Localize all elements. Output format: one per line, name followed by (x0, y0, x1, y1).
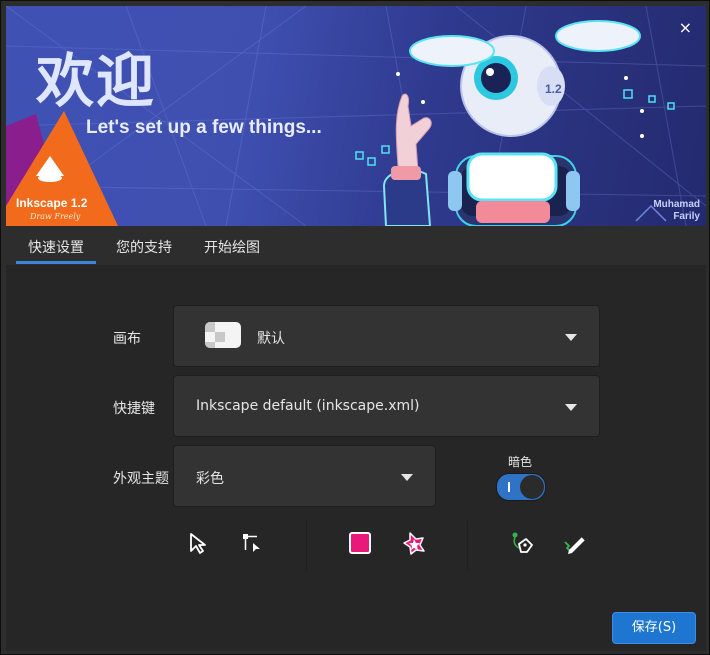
toggle-knob (520, 475, 544, 499)
theme-value: 彩色 (196, 471, 224, 487)
chevron-down-icon (401, 474, 413, 481)
version-badge: 1.2 (545, 82, 562, 96)
canvas-value: 默认 (257, 331, 285, 347)
pointer-icon[interactable] (185, 530, 211, 556)
canvas-dropdown[interactable]: 默认 (173, 305, 600, 367)
tab-support[interactable]: 您的支持 (116, 237, 172, 257)
theme-dropdown[interactable]: 彩色 (173, 445, 436, 507)
save-button[interactable]: 保存(S) (612, 612, 696, 644)
active-tab-indicator (16, 261, 96, 264)
tab-quick-setup[interactable]: 快速设置 (28, 237, 84, 257)
toggle-on-mark (508, 482, 510, 492)
square-icon[interactable] (347, 530, 373, 556)
close-icon[interactable]: × (679, 18, 692, 37)
welcome-title: 欢迎 (36, 47, 157, 115)
artist-first-name: Muhamad (653, 199, 700, 210)
pen-icon[interactable] (509, 530, 535, 556)
welcome-subtitle: Let's set up a few things... (86, 117, 322, 138)
toolbar-separator (306, 521, 307, 571)
keys-value: Inkscape default (inkscape.xml) (196, 398, 420, 414)
keys-label: 快捷键 (113, 401, 155, 417)
dark-mode-toggle[interactable] (496, 473, 546, 501)
canvas-label: 画布 (113, 331, 141, 347)
quick-setup-panel: 画布 默认 快捷键 Inkscape default (inkscape.xml… (6, 266, 706, 651)
logo-tagline: Draw Freely (30, 212, 81, 221)
tab-start-drawing[interactable]: 开始绘图 (204, 237, 260, 257)
tab-bar: 快速设置 您的支持 开始绘图 (6, 227, 706, 266)
artist-credit: Muhamad Farily (653, 199, 700, 223)
theme-label: 外观主题 (113, 471, 169, 487)
canvas-preview-swatch (205, 322, 241, 348)
pencil-icon[interactable] (562, 530, 588, 556)
welcome-dialog: 1.2 欢迎 Let's set up a few things... Inks… (0, 0, 710, 655)
toolbar-separator (467, 521, 468, 571)
chevron-down-icon (565, 404, 577, 411)
node-tool-icon[interactable] (239, 530, 265, 556)
star-icon[interactable] (401, 530, 427, 556)
logo-name: Inkscape 1.2 (16, 196, 88, 210)
dark-label: 暗色 (508, 455, 533, 469)
chevron-down-icon (565, 334, 577, 341)
artist-last-name: Farily (673, 211, 700, 222)
welcome-banner: 1.2 欢迎 Let's set up a few things... Inks… (6, 6, 706, 226)
keys-dropdown[interactable]: Inkscape default (inkscape.xml) (173, 375, 600, 437)
